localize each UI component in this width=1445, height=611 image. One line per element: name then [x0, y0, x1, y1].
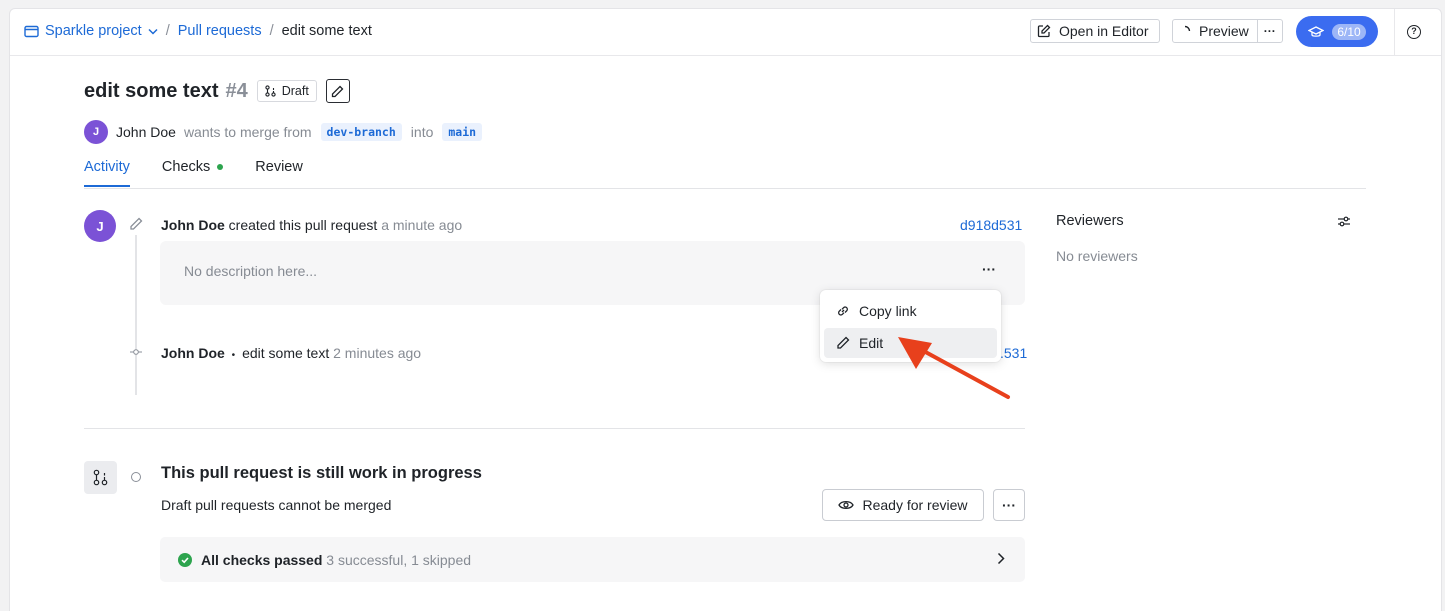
- check-success-icon: [178, 553, 192, 567]
- checks-summary-row[interactable]: All checks passed 3 successful, 1 skippe…: [160, 537, 1025, 582]
- merge-text: wants to merge from: [183, 124, 312, 140]
- commit-message[interactable]: edit some text: [242, 345, 329, 361]
- commit-icon: [130, 349, 142, 355]
- edit-title-button[interactable]: [325, 79, 350, 103]
- activity-commit-event: John Doe • edit some text 2 minutes ago: [161, 345, 421, 361]
- ready-for-review-button[interactable]: Ready for review: [822, 489, 984, 521]
- pr-title: edit some text: [84, 79, 219, 102]
- pencil-icon: [332, 85, 344, 97]
- source-branch[interactable]: dev-branch: [320, 123, 402, 141]
- toolbar-divider: [1394, 9, 1395, 56]
- link-icon: [838, 306, 848, 316]
- merge-status-icon-box: [84, 461, 117, 494]
- pencil-icon: [837, 336, 850, 349]
- annotation-arrow-icon: [898, 337, 1010, 399]
- open-in-editor-label: Open in Editor: [1059, 23, 1149, 39]
- learning-progress-button[interactable]: 6/10: [1296, 16, 1378, 47]
- menu-item-copy-link[interactable]: Copy link: [824, 296, 997, 326]
- avatar: J: [84, 120, 108, 144]
- commit-author[interactable]: John Doe: [161, 345, 225, 361]
- event-action: created this pull request: [228, 217, 378, 233]
- event-time: a minute ago: [381, 217, 463, 233]
- pr-header: edit some text #4 Draft: [84, 79, 350, 103]
- pencil-icon: [130, 217, 143, 230]
- merge-more-button[interactable]: ···: [993, 489, 1025, 521]
- commit-bullet: •: [231, 350, 236, 361]
- project-icon: [24, 25, 39, 37]
- spinner-icon: [1184, 25, 1191, 32]
- event-author[interactable]: John Doe: [161, 217, 225, 233]
- breadcrumb-separator: /: [269, 23, 274, 39]
- chevron-down-icon: [148, 28, 158, 35]
- project-switcher[interactable]: Sparkle project: [24, 23, 158, 39]
- breadcrumb-current: edit some text: [281, 23, 372, 39]
- commit-time: 2 minutes ago: [333, 345, 422, 361]
- pr-tabs: Activity Checks Review: [84, 159, 303, 187]
- tab-checks-label: Checks: [161, 159, 211, 175]
- breadcrumb-pull-requests[interactable]: Pull requests: [178, 23, 262, 39]
- pull-request-icon: [93, 469, 108, 486]
- help-icon[interactable]: ?: [1407, 25, 1421, 39]
- reviewers-title: Reviewers: [1056, 213, 1124, 229]
- timeline-line: [135, 235, 137, 395]
- description-more-button[interactable]: ···: [982, 261, 996, 277]
- activity-created-event: John Doe created this pull request a min…: [161, 217, 462, 233]
- menu-item-label: Copy link: [859, 303, 917, 319]
- preview-button-group: Preview ···: [1172, 19, 1283, 43]
- checks-detail: 3 successful, 1 skipped: [326, 552, 472, 568]
- pull-request-icon: [265, 85, 276, 97]
- app-window: Sparkle project / Pull requests / edit s…: [9, 8, 1442, 611]
- preview-button[interactable]: Preview: [1199, 23, 1249, 39]
- checks-status-dot: [217, 164, 224, 171]
- status-badge: Draft: [256, 80, 317, 102]
- author-name[interactable]: John Doe: [116, 124, 176, 140]
- edit-square-icon: [1037, 24, 1051, 38]
- ready-for-review-label: Ready for review: [862, 497, 968, 513]
- tabs-divider: [84, 188, 1366, 189]
- open-in-editor-button[interactable]: Open in Editor: [1030, 19, 1160, 43]
- description-placeholder: No description here...: [184, 263, 318, 279]
- preview-more-button[interactable]: ···: [1256, 20, 1282, 42]
- sliders-icon[interactable]: [1337, 215, 1351, 228]
- avatar: J: [84, 210, 116, 242]
- into-text: into: [410, 124, 434, 140]
- status-ring-icon: [131, 472, 141, 482]
- merge-box-title: This pull request is still work in progr…: [161, 464, 482, 482]
- tab-review[interactable]: Review: [255, 159, 303, 186]
- merge-box-subtitle: Draft pull requests cannot be merged: [161, 497, 392, 513]
- menu-item-label: Edit: [859, 335, 884, 351]
- tab-checks[interactable]: Checks: [161, 159, 224, 186]
- breadcrumb-separator: /: [165, 23, 170, 39]
- checks-title: All checks passed: [201, 552, 323, 568]
- breadcrumb: Sparkle project / Pull requests / edit s…: [24, 23, 372, 39]
- commit-hash-link[interactable]: d918d531: [960, 217, 1022, 233]
- tab-activity[interactable]: Activity: [84, 159, 130, 187]
- chevron-right-icon: [997, 552, 1005, 565]
- progress-count: 6/10: [1332, 23, 1366, 40]
- reviewers-empty: No reviewers: [1056, 248, 1138, 264]
- graduation-cap-icon: [1308, 25, 1325, 37]
- target-branch[interactable]: main: [442, 123, 483, 141]
- status-label: Draft: [281, 84, 309, 98]
- pr-number: #4: [225, 79, 248, 102]
- pr-meta: J John Doe wants to merge from dev-branc…: [84, 120, 483, 144]
- checks-summary-text: All checks passed 3 successful, 1 skippe…: [201, 552, 471, 568]
- eye-icon: [838, 500, 855, 510]
- project-name: Sparkle project: [45, 23, 142, 39]
- top-bar: Sparkle project / Pull requests / edit s…: [10, 9, 1441, 56]
- section-divider: [84, 428, 1025, 429]
